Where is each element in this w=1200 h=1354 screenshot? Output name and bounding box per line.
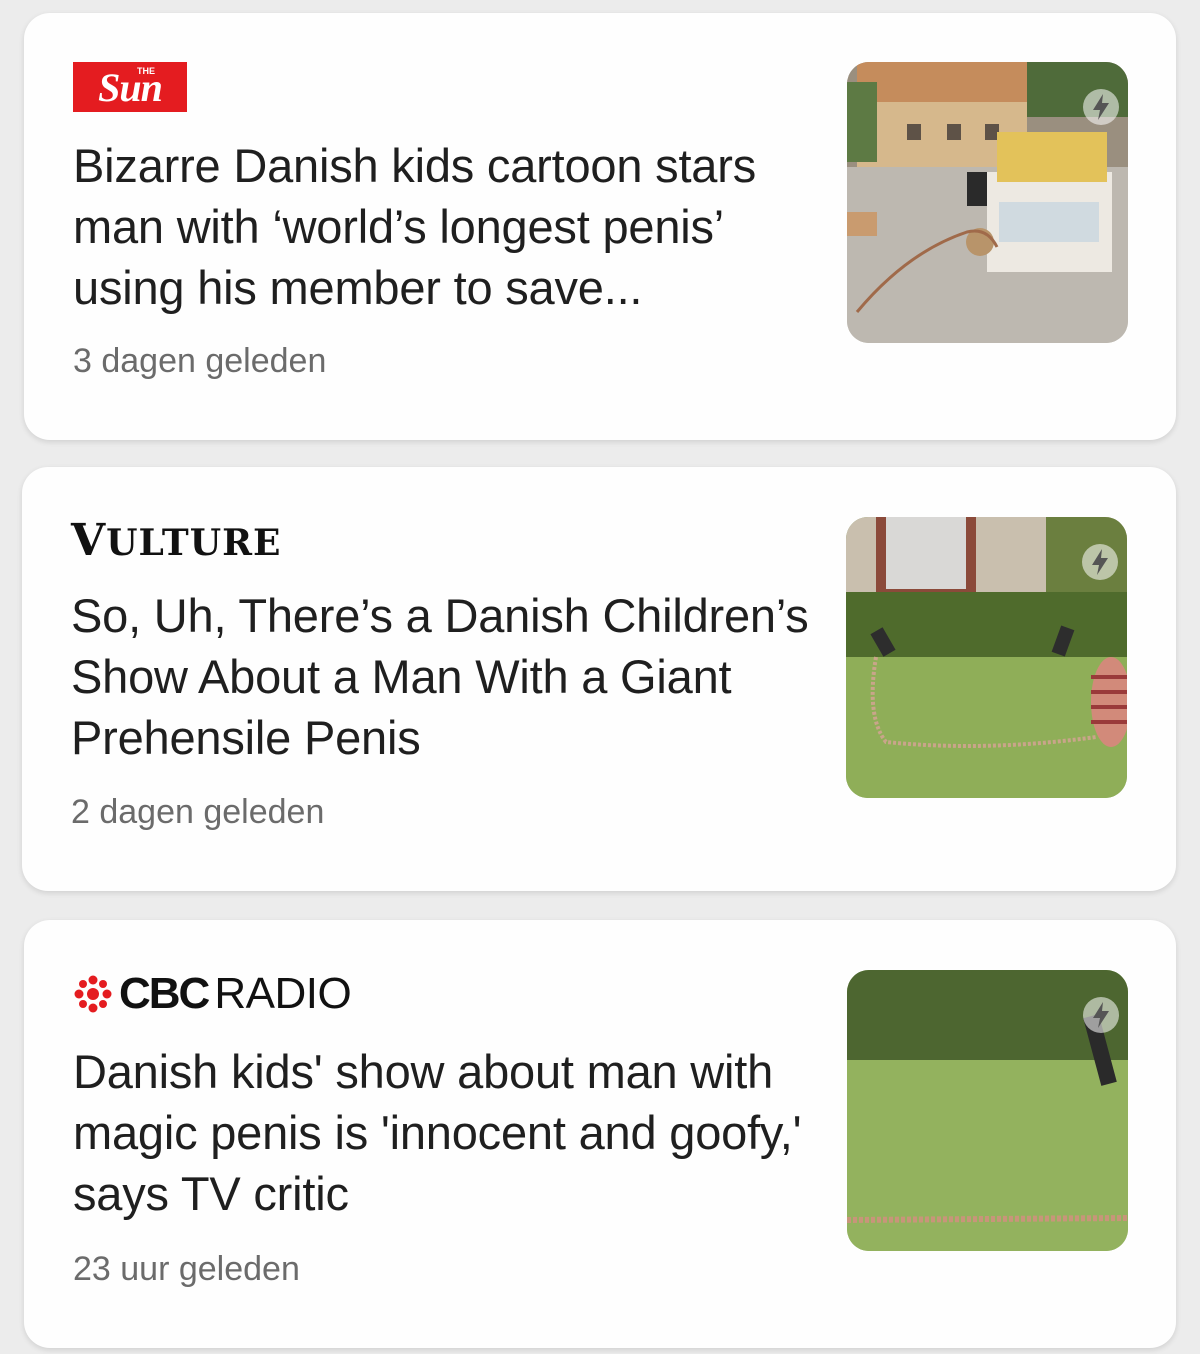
- vulture-logo: VULTURE: [71, 519, 281, 563]
- article-thumbnail[interactable]: [846, 517, 1127, 798]
- cbc-radio-logo: CBC RADIO: [73, 969, 352, 1019]
- source-logo-cbc-radio: CBC RADIO: [73, 968, 352, 1020]
- article-timestamp: 2 dagen geleden: [71, 793, 325, 831]
- cbc-gem-icon: [74, 975, 112, 1013]
- logo-text: V: [71, 515, 107, 566]
- news-card[interactable]: THE Sun Bizarre Danish kids cartoon star…: [24, 13, 1176, 440]
- article-headline[interactable]: Bizarre Danish kids cartoon stars man wi…: [73, 135, 813, 318]
- article-timestamp: 23 uur geleden: [73, 1250, 300, 1288]
- article-thumbnail[interactable]: [847, 970, 1128, 1251]
- amp-lightning-icon: [1082, 544, 1118, 580]
- article-thumbnail[interactable]: [847, 62, 1128, 343]
- amp-lightning-icon: [1083, 89, 1119, 125]
- amp-lightning-icon: [1083, 997, 1119, 1033]
- news-feed: THE Sun Bizarre Danish kids cartoon star…: [0, 0, 1200, 1354]
- news-card[interactable]: CBC RADIO Danish kids' show about man wit…: [24, 920, 1176, 1348]
- logo-text: CBC: [119, 969, 210, 1018]
- logo-text: ULTURE: [106, 522, 282, 564]
- logo-text: THE: [137, 66, 155, 76]
- article-headline[interactable]: So, Uh, There’s a Danish Children’s Show…: [71, 585, 811, 768]
- article-timestamp: 3 dagen geleden: [73, 342, 327, 380]
- article-headline[interactable]: Danish kids' show about man with magic p…: [73, 1041, 813, 1224]
- source-logo-vulture: VULTURE: [71, 515, 281, 567]
- logo-text: RADIO: [214, 969, 352, 1018]
- news-card[interactable]: VULTURE So, Uh, There’s a Danish Childre…: [22, 467, 1176, 891]
- the-sun-logo: THE Sun: [73, 62, 187, 112]
- source-logo-the-sun: THE Sun: [73, 61, 187, 113]
